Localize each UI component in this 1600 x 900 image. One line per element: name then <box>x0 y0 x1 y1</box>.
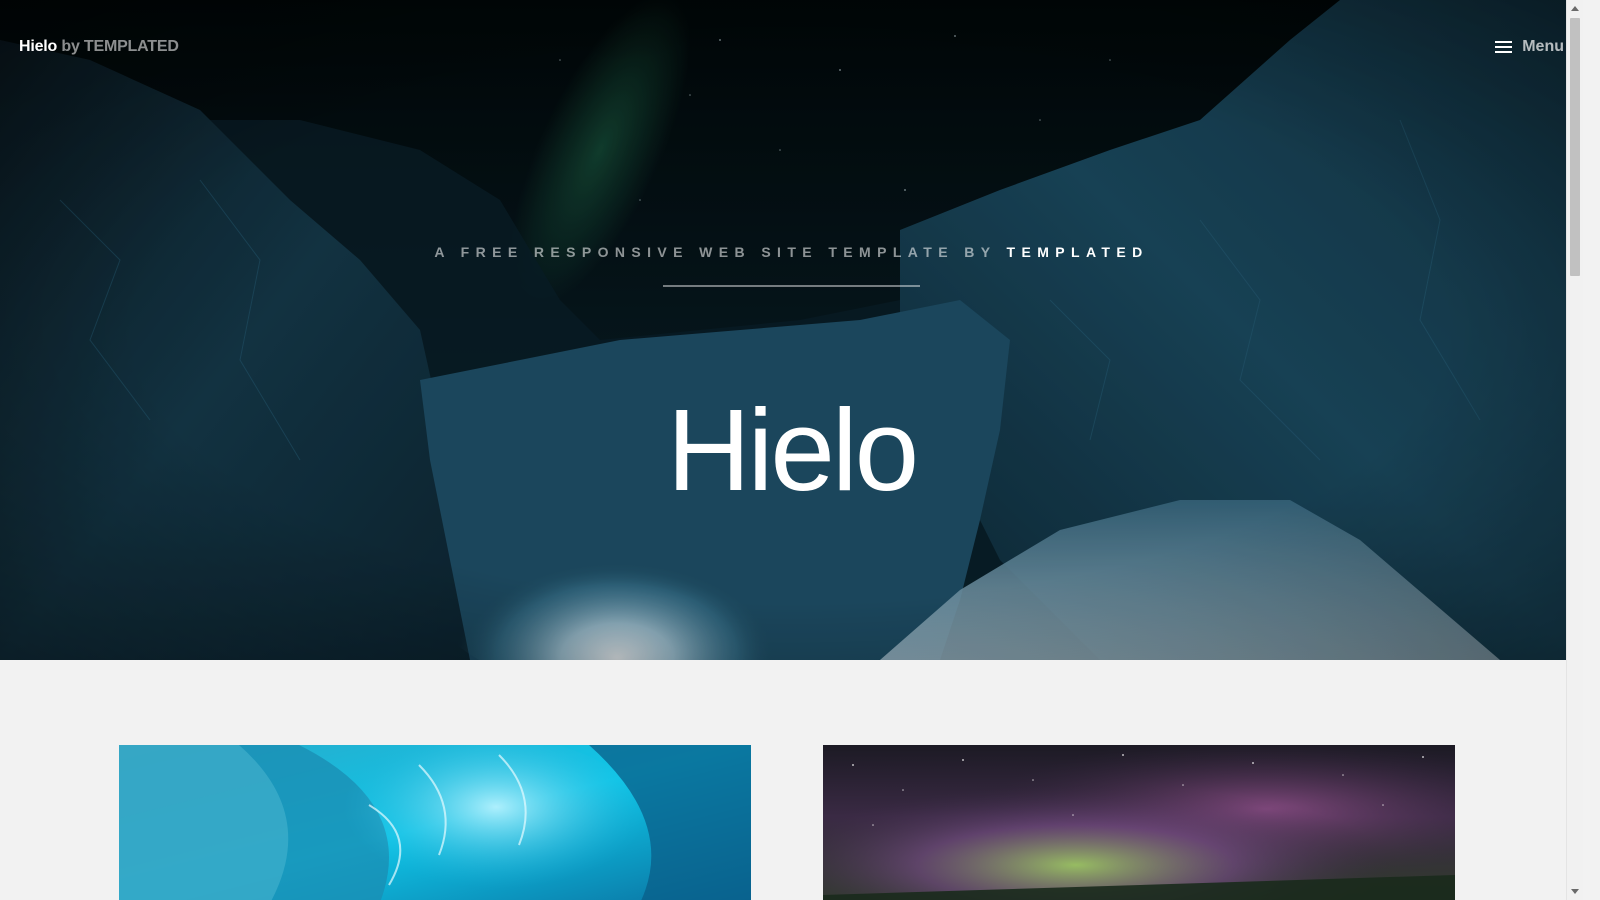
page: Hielo by TEMPLATED Menu A free responsiv… <box>0 0 1583 900</box>
tagline-text: A free responsive web site template by <box>434 244 997 260</box>
gallery-card-aurora[interactable] <box>823 745 1455 900</box>
banner-content: A free responsive web site template by T… <box>0 0 1583 660</box>
tagline-emphasis: TEMPLATED <box>1006 244 1149 260</box>
gallery-card-ice-cave[interactable] <box>119 745 751 900</box>
aurora-image <box>823 745 1455 900</box>
banner-divider <box>663 285 920 287</box>
banner: Hielo by TEMPLATED Menu A free responsiv… <box>0 0 1583 660</box>
ice-cave-image <box>119 745 751 900</box>
menu-button[interactable]: Menu <box>1495 38 1564 56</box>
site-header: Hielo by TEMPLATED Menu <box>0 0 1583 96</box>
banner-title: Hielo <box>666 384 919 515</box>
site-logo[interactable]: Hielo by TEMPLATED <box>19 38 179 56</box>
hamburger-icon <box>1495 41 1513 53</box>
banner-tagline: A free responsive web site template by T… <box>0 244 1583 260</box>
logo-byline: by TEMPLATED <box>61 38 179 55</box>
scroll-down-icon[interactable] <box>1571 889 1579 894</box>
menu-label: Menu <box>1522 38 1564 55</box>
logo-brand: Hielo <box>19 38 58 55</box>
gallery-section <box>0 660 1583 900</box>
